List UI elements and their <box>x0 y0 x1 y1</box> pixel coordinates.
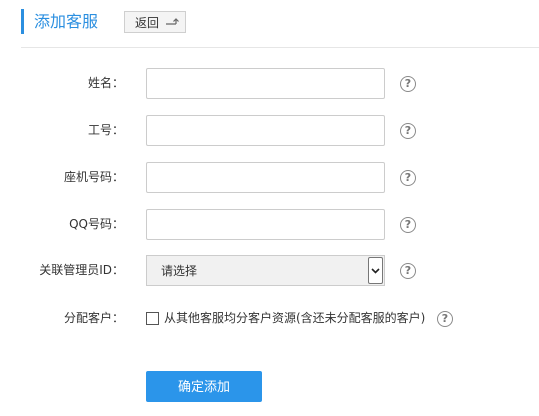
assign-customers-checkbox-label[interactable]: 从其他客服均分客户资源(含还未分配客服的客户) <box>164 304 425 333</box>
manager-id-help-icon[interactable]: ? <box>400 263 416 279</box>
page-title: 添加客服 <box>34 12 99 31</box>
landline-input[interactable] <box>146 162 385 193</box>
qq-label: QQ号码： <box>69 217 124 231</box>
header-divider <box>21 47 539 48</box>
assign-customers-label: 分配客户： <box>63 311 124 325</box>
employee-id-label: 工号： <box>87 123 124 137</box>
qq-input[interactable] <box>146 209 385 240</box>
landline-help-icon[interactable]: ? <box>400 170 416 186</box>
form-row-employee-id: 工号： ? <box>0 115 539 146</box>
name-label: 姓名： <box>87 76 124 90</box>
form-row-landline: 座机号码： ? <box>0 162 539 193</box>
employee-id-help-icon[interactable]: ? <box>400 123 416 139</box>
form-row-qq: QQ号码： ? <box>0 209 539 240</box>
confirm-add-button[interactable]: 确定添加 <box>146 371 262 402</box>
return-arrow-icon <box>166 18 179 25</box>
page-header: 添加客服 <box>21 9 98 34</box>
add-customer-service-page: 添加客服 返回 姓名： ? 工号： ? 座机号码： ? QQ号码： ? 关联管理… <box>0 0 539 416</box>
assign-customers-help-icon[interactable]: ? <box>437 311 453 327</box>
manager-id-label: 关联管理员ID： <box>39 263 124 277</box>
chevron-down-icon[interactable] <box>368 257 383 284</box>
back-button[interactable]: 返回 <box>124 11 186 33</box>
form-row-assign-customers: 分配客户： 从其他客服均分客户资源(含还未分配客服的客户) ? <box>0 304 539 335</box>
name-input[interactable] <box>146 68 385 99</box>
title-accent-bar <box>21 9 24 34</box>
name-help-icon[interactable]: ? <box>400 76 416 92</box>
form-row-manager-id: 关联管理员ID： 请选择 ? <box>0 255 539 286</box>
form-row-name: 姓名： ? <box>0 68 539 99</box>
landline-label: 座机号码： <box>63 170 124 184</box>
assign-customers-checkbox[interactable] <box>146 312 159 325</box>
manager-id-select[interactable]: 请选择 <box>146 255 385 286</box>
qq-help-icon[interactable]: ? <box>400 217 416 233</box>
back-button-label: 返回 <box>135 15 160 30</box>
employee-id-input[interactable] <box>146 115 385 146</box>
manager-id-select-value: 请选择 <box>161 264 198 278</box>
